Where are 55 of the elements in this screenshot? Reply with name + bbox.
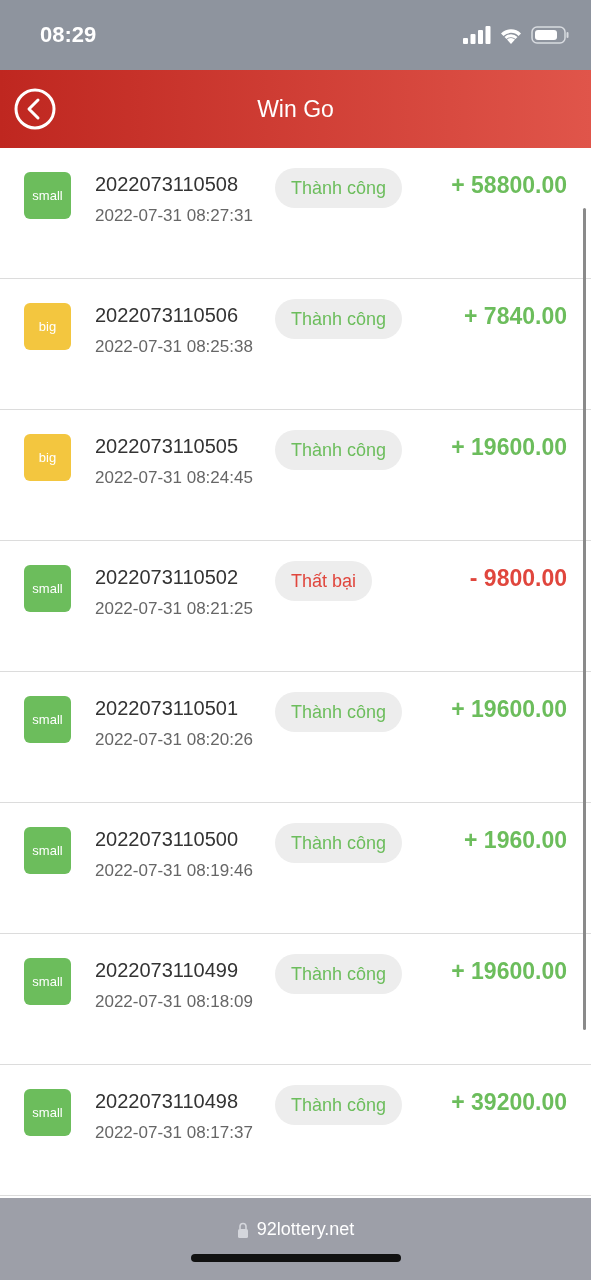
- status-pill: Thành công: [275, 1085, 403, 1125]
- status-time: 08:29: [40, 22, 97, 48]
- record-row[interactable]: small 2022073110498 2022-07-31 08:17:37 Thành công + 39200.00: [0, 1065, 591, 1196]
- amount: + 19600.00: [451, 434, 567, 461]
- result-tag: big: [24, 303, 71, 350]
- result-tag: big: [24, 434, 71, 481]
- amount: - 9800.00: [469, 565, 567, 592]
- issue-number: 2022073110499: [95, 959, 240, 982]
- record-row[interactable]: big 2022073110505 2022-07-31 08:24:45 Thành công + 19600.00: [0, 410, 591, 541]
- bet-time: 2022-07-31 08:17:37: [95, 1123, 254, 1143]
- record-row[interactable]: small 2022073110502 2022-07-31 08:21:25 Thất bại - 9800.00: [0, 541, 591, 672]
- status-pill: Thất bại: [275, 561, 373, 601]
- bet-time: 2022-07-31 08:19:46: [95, 861, 254, 881]
- result-tag: small: [24, 827, 71, 874]
- bet-time: 2022-07-31 08:24:45: [95, 468, 254, 488]
- wifi-icon: [499, 26, 523, 44]
- amount: + 1960.00: [464, 827, 567, 854]
- issue-number: 2022073110508: [95, 173, 240, 196]
- bet-time: 2022-07-31 08:21:25: [95, 599, 254, 619]
- issue-number: 2022073110500: [95, 828, 240, 851]
- amount: + 19600.00: [451, 958, 567, 985]
- amount: + 19600.00: [451, 696, 567, 723]
- issue-number: 2022073110501: [95, 697, 240, 720]
- bet-time: 2022-07-31 08:18:09: [95, 992, 254, 1012]
- issue-number: 2022073110502: [95, 566, 240, 589]
- page-title: Win Go: [257, 95, 334, 123]
- issue-number: 2022073110506: [95, 304, 240, 327]
- result-tag: small: [24, 696, 71, 743]
- issue-number: 2022073110498: [95, 1090, 240, 1113]
- bet-time: 2022-07-31 08:25:38: [95, 337, 254, 357]
- status-pill: Thành công: [275, 823, 403, 863]
- status-pill: Thành công: [275, 692, 403, 732]
- result-tag: small: [24, 1089, 71, 1136]
- battery-icon: [531, 26, 569, 44]
- amount: + 7840.00: [464, 303, 567, 330]
- amount: + 39200.00: [451, 1089, 567, 1116]
- status-pill: Thành công: [275, 430, 403, 470]
- record-row[interactable]: small 2022073110500 2022-07-31 08:19:46 Thành công + 1960.00: [0, 803, 591, 934]
- bet-time: 2022-07-31 08:20:26: [95, 730, 254, 750]
- record-row[interactable]: big 2022073110506 2022-07-31 08:25:38 Thành công + 7840.00: [0, 279, 591, 410]
- result-tag: small: [24, 565, 71, 612]
- status-pill: Thành công: [275, 168, 403, 208]
- record-row[interactable]: small 2022073110499 2022-07-31 08:18:09 Thành công + 19600.00: [0, 934, 591, 1065]
- issue-number: 2022073110505: [95, 435, 240, 458]
- record-row[interactable]: small 2022073110508 2022-07-31 08:27:31 Thành công + 58800.00: [0, 148, 591, 279]
- result-tag: small: [24, 172, 71, 219]
- bet-time: 2022-07-31 08:27:31: [95, 206, 254, 226]
- record-row[interactable]: small 2022073110501 2022-07-31 08:20:26 Thành công + 19600.00: [0, 672, 591, 803]
- status-pill: Thành công: [275, 954, 403, 994]
- back-icon[interactable]: [14, 88, 56, 130]
- result-tag: small: [24, 958, 71, 1005]
- amount: + 58800.00: [451, 172, 567, 199]
- signal-icon: [463, 26, 491, 44]
- status-pill: Thành công: [275, 299, 403, 339]
- lock-icon: [236, 1221, 249, 1238]
